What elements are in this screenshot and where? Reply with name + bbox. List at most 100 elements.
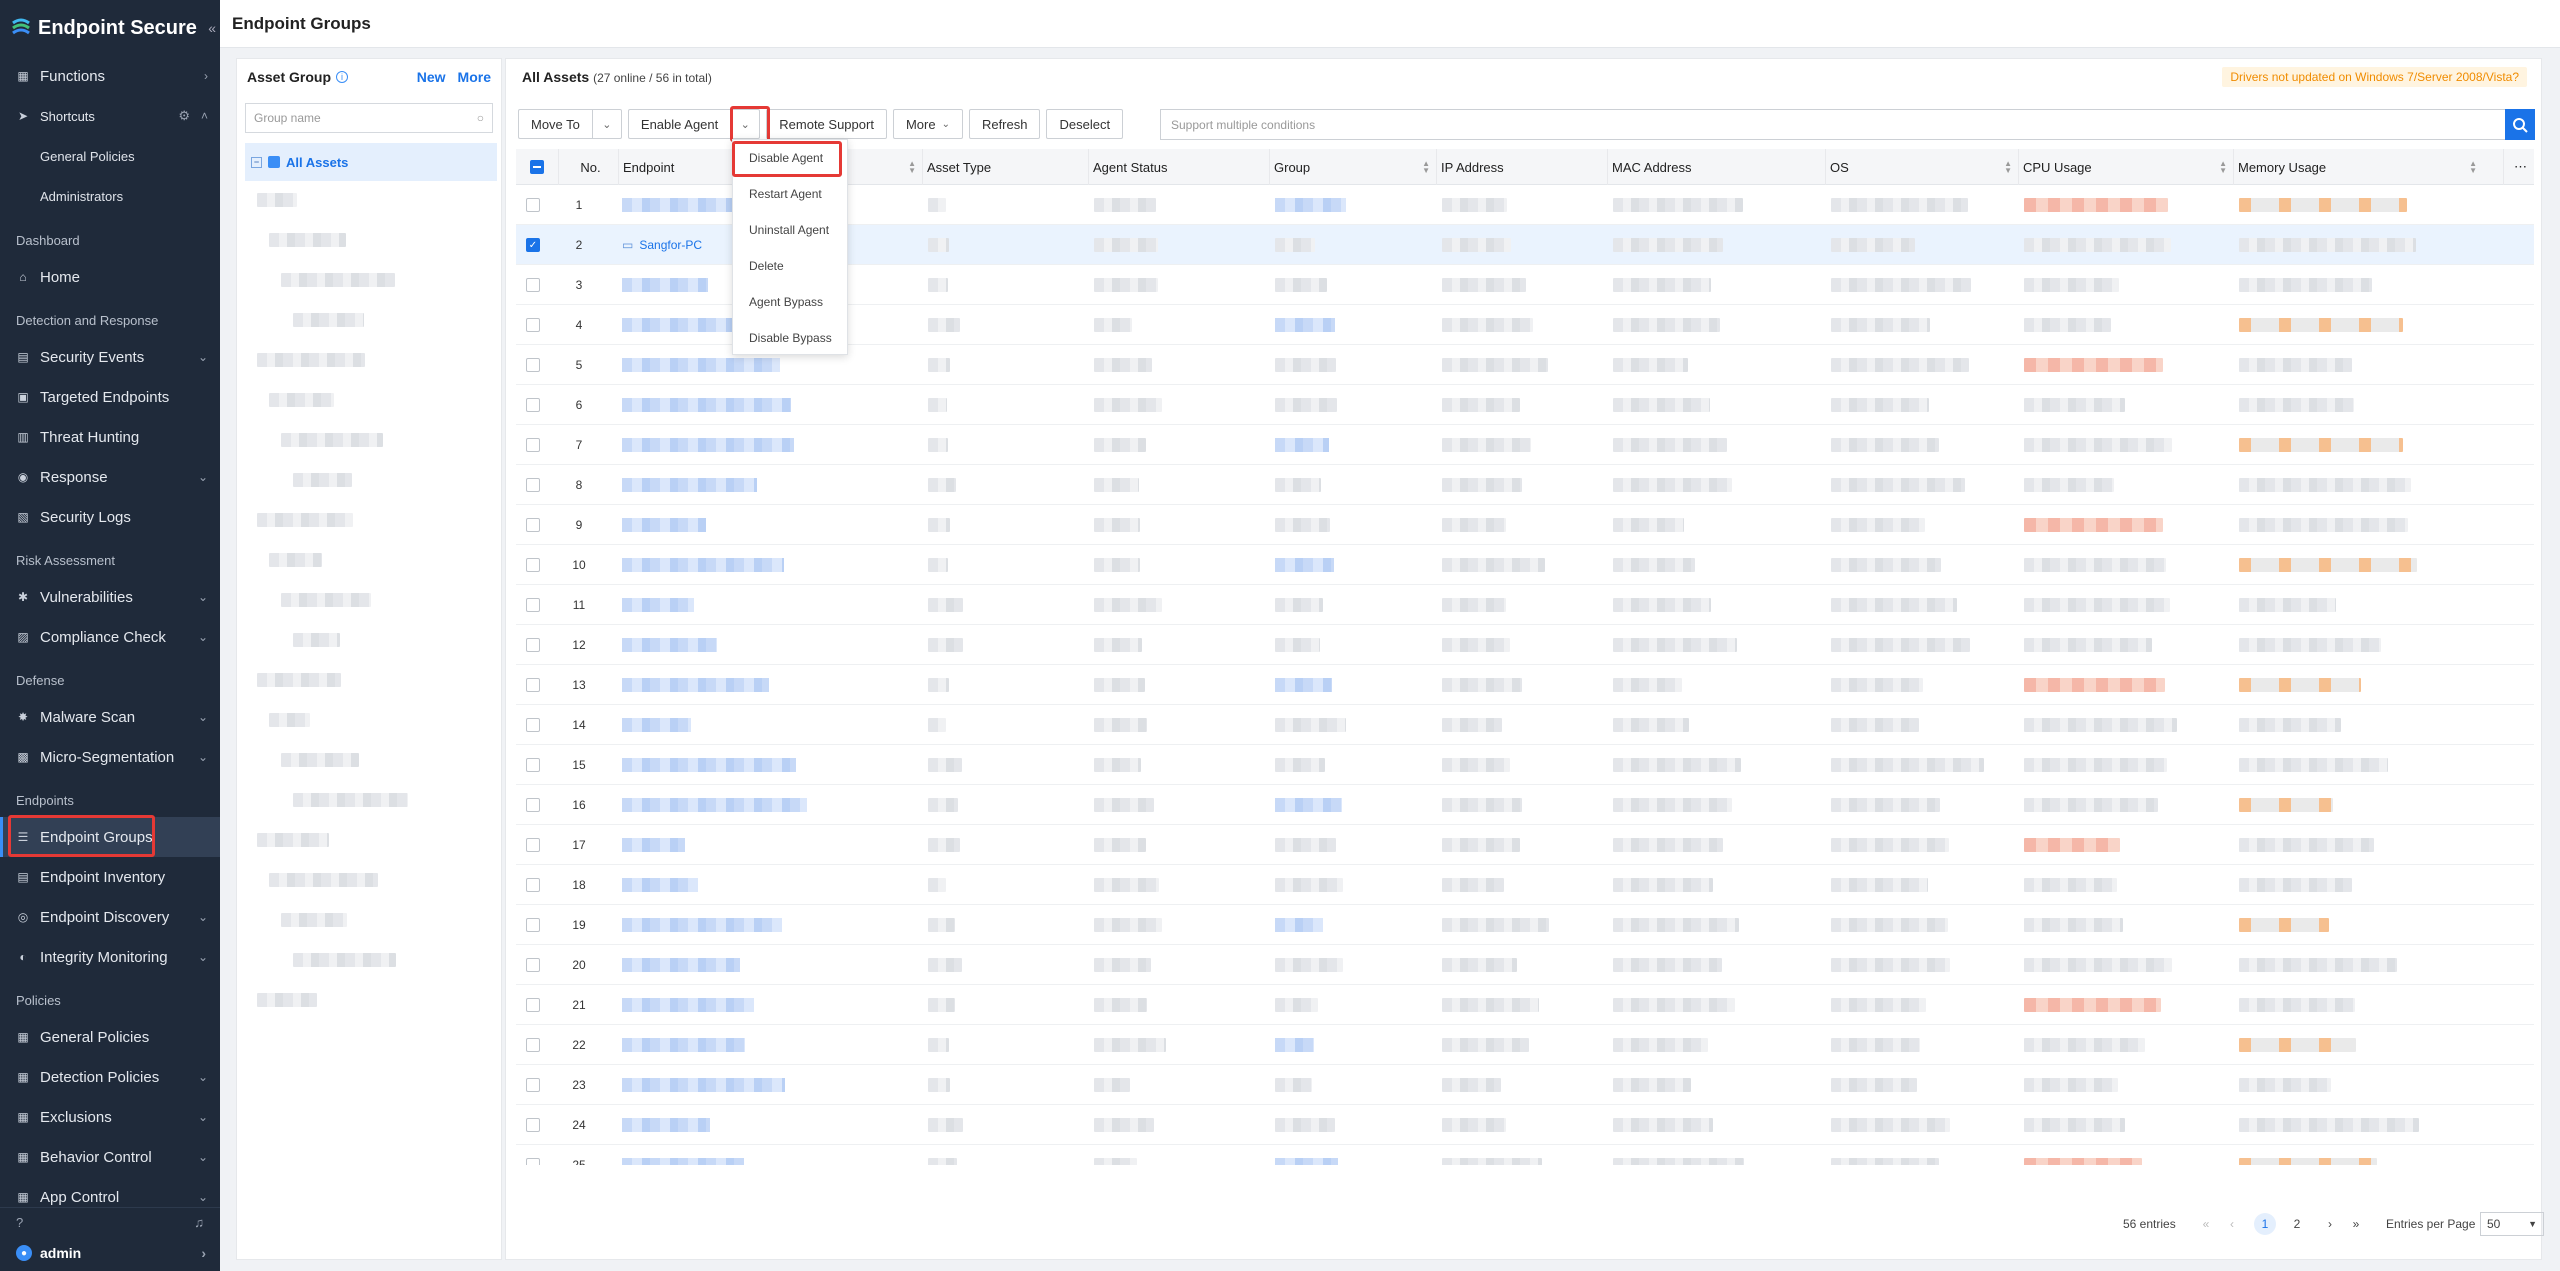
menu-item-restart-agent[interactable]: Restart Agent [733, 176, 847, 212]
sidebar-item-detection-policies[interactable]: ▦ Detection Policies ⌄ [0, 1057, 220, 1097]
endpoint-name-redacted[interactable] [622, 598, 694, 612]
column-settings-icon[interactable]: ⋯ [2503, 149, 2533, 185]
tree-node-redacted[interactable] [257, 513, 353, 527]
tree-node-redacted[interactable] [257, 833, 329, 847]
sidebar-item-targeted-endpoints[interactable]: ▣ Targeted Endpoints [0, 377, 220, 417]
tree-node-redacted[interactable] [293, 953, 396, 967]
row-checkbox[interactable] [526, 705, 540, 745]
row-checkbox[interactable] [526, 545, 540, 585]
table-row[interactable]: 20 [516, 945, 2534, 985]
row-checkbox[interactable] [526, 665, 540, 705]
shortcut-general-policies[interactable]: General Policies [0, 136, 220, 176]
sidebar-item-micro-segmentation[interactable]: ▩ Micro-Segmentation ⌄ [0, 737, 220, 777]
row-checkbox[interactable] [526, 265, 540, 305]
row-checkbox[interactable] [526, 905, 540, 945]
per-page-select[interactable]: 50 ▼ [2480, 1212, 2544, 1236]
table-row[interactable]: 12 [516, 625, 2534, 665]
tree-node-redacted[interactable] [281, 593, 371, 607]
tree-node-redacted[interactable] [269, 393, 334, 407]
table-row[interactable]: 18 [516, 865, 2534, 905]
row-checkbox[interactable] [526, 1065, 540, 1105]
col-memory-usage[interactable]: Memory Usage ▲ ▼ [2233, 149, 2483, 185]
tree-node-redacted[interactable] [269, 713, 310, 727]
sidebar-item-functions[interactable]: ▦ Functions › [0, 56, 220, 96]
gear-icon[interactable]: ⚙ [178, 108, 190, 124]
shortcut-administrators[interactable]: Administrators [0, 176, 220, 216]
table-row[interactable]: 24 [516, 1105, 2534, 1145]
search-button[interactable] [2505, 109, 2535, 140]
sidebar-item-vulnerabilities[interactable]: ✱ Vulnerabilities ⌄ [0, 577, 220, 617]
row-checkbox[interactable] [526, 385, 540, 425]
tree-node-redacted[interactable] [281, 433, 383, 447]
endpoint-name-redacted[interactable] [622, 718, 691, 732]
move-to-button[interactable]: Move To [518, 109, 592, 139]
col-os[interactable]: OS ▲ ▼ [1825, 149, 2018, 185]
select-all-checkbox[interactable] [526, 149, 544, 185]
col-group[interactable]: Group ▲ ▼ [1269, 149, 1436, 185]
deselect-button[interactable]: Deselect [1046, 109, 1124, 139]
sidebar-item-exclusions[interactable]: ▦ Exclusions ⌄ [0, 1097, 220, 1137]
menu-item-delete[interactable]: Delete [733, 248, 847, 284]
sidebar-item-compliance-check[interactable]: ▨ Compliance Check ⌄ [0, 617, 220, 657]
endpoint-name-redacted[interactable] [622, 678, 769, 692]
endpoint-link[interactable]: ▭ Sangfor-PC [622, 225, 702, 265]
move-to-dropdown[interactable]: ⌄ [591, 109, 622, 139]
table-row[interactable]: 19 [516, 905, 2534, 945]
row-checkbox[interactable] [526, 865, 540, 905]
endpoint-name-redacted[interactable] [622, 838, 685, 852]
sidebar-item-behavior-control[interactable]: ▦ Behavior Control ⌄ [0, 1137, 220, 1177]
sidebar-item-endpoint-discovery[interactable]: ◎ Endpoint Discovery ⌄ [0, 897, 220, 937]
col-mac-address[interactable]: MAC Address [1607, 149, 1825, 185]
row-checkbox[interactable] [526, 305, 540, 345]
enable-agent-button[interactable]: Enable Agent [627, 109, 731, 139]
tree-node-redacted[interactable] [257, 673, 341, 687]
sidebar-item-shortcuts[interactable]: ➤ Shortcuts ⚙ ˄ [0, 96, 220, 136]
row-checkbox[interactable]: ✓ [526, 225, 540, 265]
endpoint-name-redacted[interactable] [622, 398, 791, 412]
table-row[interactable]: 22 [516, 1025, 2534, 1065]
row-checkbox[interactable] [526, 1025, 540, 1065]
endpoint-name-redacted[interactable] [622, 438, 794, 452]
more-button[interactable]: More ⌄ [892, 109, 963, 139]
last-page-icon[interactable]: » [2345, 1213, 2367, 1235]
endpoint-name-redacted[interactable] [622, 518, 706, 532]
endpoint-name-redacted[interactable] [622, 878, 698, 892]
endpoint-name-redacted[interactable] [622, 798, 807, 812]
row-checkbox[interactable] [526, 465, 540, 505]
endpoint-name-redacted[interactable] [622, 638, 717, 652]
table-row[interactable]: 7 [516, 425, 2534, 465]
table-row[interactable]: 23 [516, 1065, 2534, 1105]
row-checkbox[interactable] [526, 825, 540, 865]
endpoint-name-redacted[interactable] [622, 758, 796, 772]
more-link[interactable]: More [458, 69, 491, 85]
sidebar-item-security-logs[interactable]: ▧ Security Logs [0, 497, 220, 537]
table-row[interactable]: 9 [516, 505, 2534, 545]
next-page-icon[interactable]: › [2319, 1213, 2341, 1235]
tree-node-redacted[interactable] [293, 473, 352, 487]
tree-node-redacted[interactable] [269, 873, 378, 887]
table-row[interactable]: 11 [516, 585, 2534, 625]
row-checkbox[interactable] [526, 785, 540, 825]
sidebar-item-response[interactable]: ◉ Response ⌄ [0, 457, 220, 497]
endpoint-name-redacted[interactable] [622, 1078, 785, 1092]
sidebar-item-general-policies[interactable]: ▦ General Policies [0, 1017, 220, 1057]
row-checkbox[interactable] [526, 625, 540, 665]
col-asset-type[interactable]: Asset Type [922, 149, 1088, 185]
endpoint-name-redacted[interactable] [622, 1038, 745, 1052]
asset-search-input[interactable]: Support multiple conditions [1160, 109, 2511, 140]
endpoint-name-redacted[interactable] [622, 998, 754, 1012]
col-cpu-usage[interactable]: CPU Usage ▲ ▼ [2018, 149, 2233, 185]
row-checkbox[interactable] [526, 425, 540, 465]
table-row[interactable]: 6 [516, 385, 2534, 425]
user-menu[interactable]: ● admin › [0, 1236, 220, 1270]
remote-support-button[interactable]: Remote Support [766, 109, 887, 139]
table-row[interactable]: 14 [516, 705, 2534, 745]
menu-item-agent-bypass[interactable]: Agent Bypass [733, 284, 847, 320]
sidebar-item-malware-scan[interactable]: ✸ Malware Scan ⌄ [0, 697, 220, 737]
tree-node-redacted[interactable] [257, 193, 297, 207]
menu-item-uninstall-agent[interactable]: Uninstall Agent [733, 212, 847, 248]
tree-node-redacted[interactable] [293, 313, 364, 327]
refresh-button[interactable]: Refresh [968, 109, 1041, 139]
table-row[interactable]: 25 [516, 1145, 2534, 1165]
endpoint-name-redacted[interactable] [622, 358, 780, 372]
